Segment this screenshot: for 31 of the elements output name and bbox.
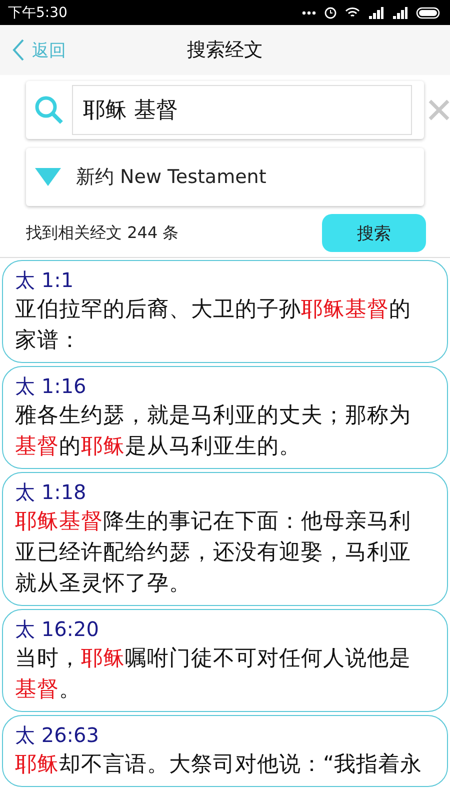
verse-reference: 太 1:1 bbox=[15, 267, 75, 294]
more-icon bbox=[302, 10, 316, 14]
verse-reference: 太 26:63 bbox=[15, 722, 100, 749]
back-chevron-icon bbox=[12, 39, 24, 61]
search-field[interactable]: 耶稣 基督 bbox=[72, 85, 412, 135]
search-button[interactable]: 搜索 bbox=[322, 214, 426, 252]
verse-text: 亚伯拉罕的后裔、大卫的子孙耶稣基督的家谱： bbox=[15, 296, 412, 355]
verse-text: 雅各生约瑟，就是马利亚的丈夫；那称为 基督的耶稣是从马利亚生的。 bbox=[15, 402, 412, 461]
clear-icon[interactable] bbox=[428, 99, 450, 121]
verse-card[interactable]: 太 1:16 雅各生约瑟，就是马利亚的丈夫；那称为 基督的耶稣是从马利亚生的。 bbox=[2, 366, 448, 469]
verse-text: 耶稣却不言语。大祭司对他说：“我指着永 bbox=[15, 751, 423, 779]
wifi-icon bbox=[345, 6, 360, 18]
verse-reference: 太 1:16 bbox=[15, 373, 88, 400]
search-icon bbox=[34, 95, 64, 125]
verse-reference: 太 16:20 bbox=[15, 616, 100, 643]
verse-card[interactable]: 太 1:1 亚伯拉罕的后裔、大卫的子孙耶稣基督的家谱： bbox=[2, 260, 448, 363]
verse-reference: 太 1:18 bbox=[15, 479, 88, 506]
page-title: 搜索经文 bbox=[187, 39, 263, 61]
verse-card[interactable]: 太 16:20 当时，耶稣嘱咐门徒不可对任何人说他是 基督。 bbox=[2, 609, 448, 712]
signal-icon bbox=[392, 6, 408, 18]
dropdown-triangle-icon bbox=[34, 167, 62, 187]
verse-text: 当时，耶稣嘱咐门徒不可对任何人说他是 基督。 bbox=[15, 645, 412, 704]
battery-icon bbox=[416, 6, 442, 18]
verse-card[interactable]: 太 26:63 耶稣却不言语。大祭司对他说：“我指着永 bbox=[2, 715, 448, 787]
signal-icon bbox=[368, 6, 384, 18]
alarm-icon bbox=[324, 6, 337, 19]
verse-text: 耶稣基督降生的事记在下面：他母亲马利亚已经许配给约瑟，还没有迎娶，马利亚就从圣灵怀了孕。 bbox=[15, 508, 412, 598]
status-time: 下午5:30 bbox=[8, 4, 68, 22]
result-count: 找到相关经文 244 条 bbox=[26, 222, 179, 244]
scope-dropdown[interactable]: 新约 New Testament bbox=[26, 148, 424, 206]
verse-card[interactable]: 太 1:18 耶稣基督降生的事记在下面：他母亲马利亚已经许配给约瑟，还没有迎娶，马利亚就从圣灵怀了孕。 bbox=[2, 472, 448, 606]
